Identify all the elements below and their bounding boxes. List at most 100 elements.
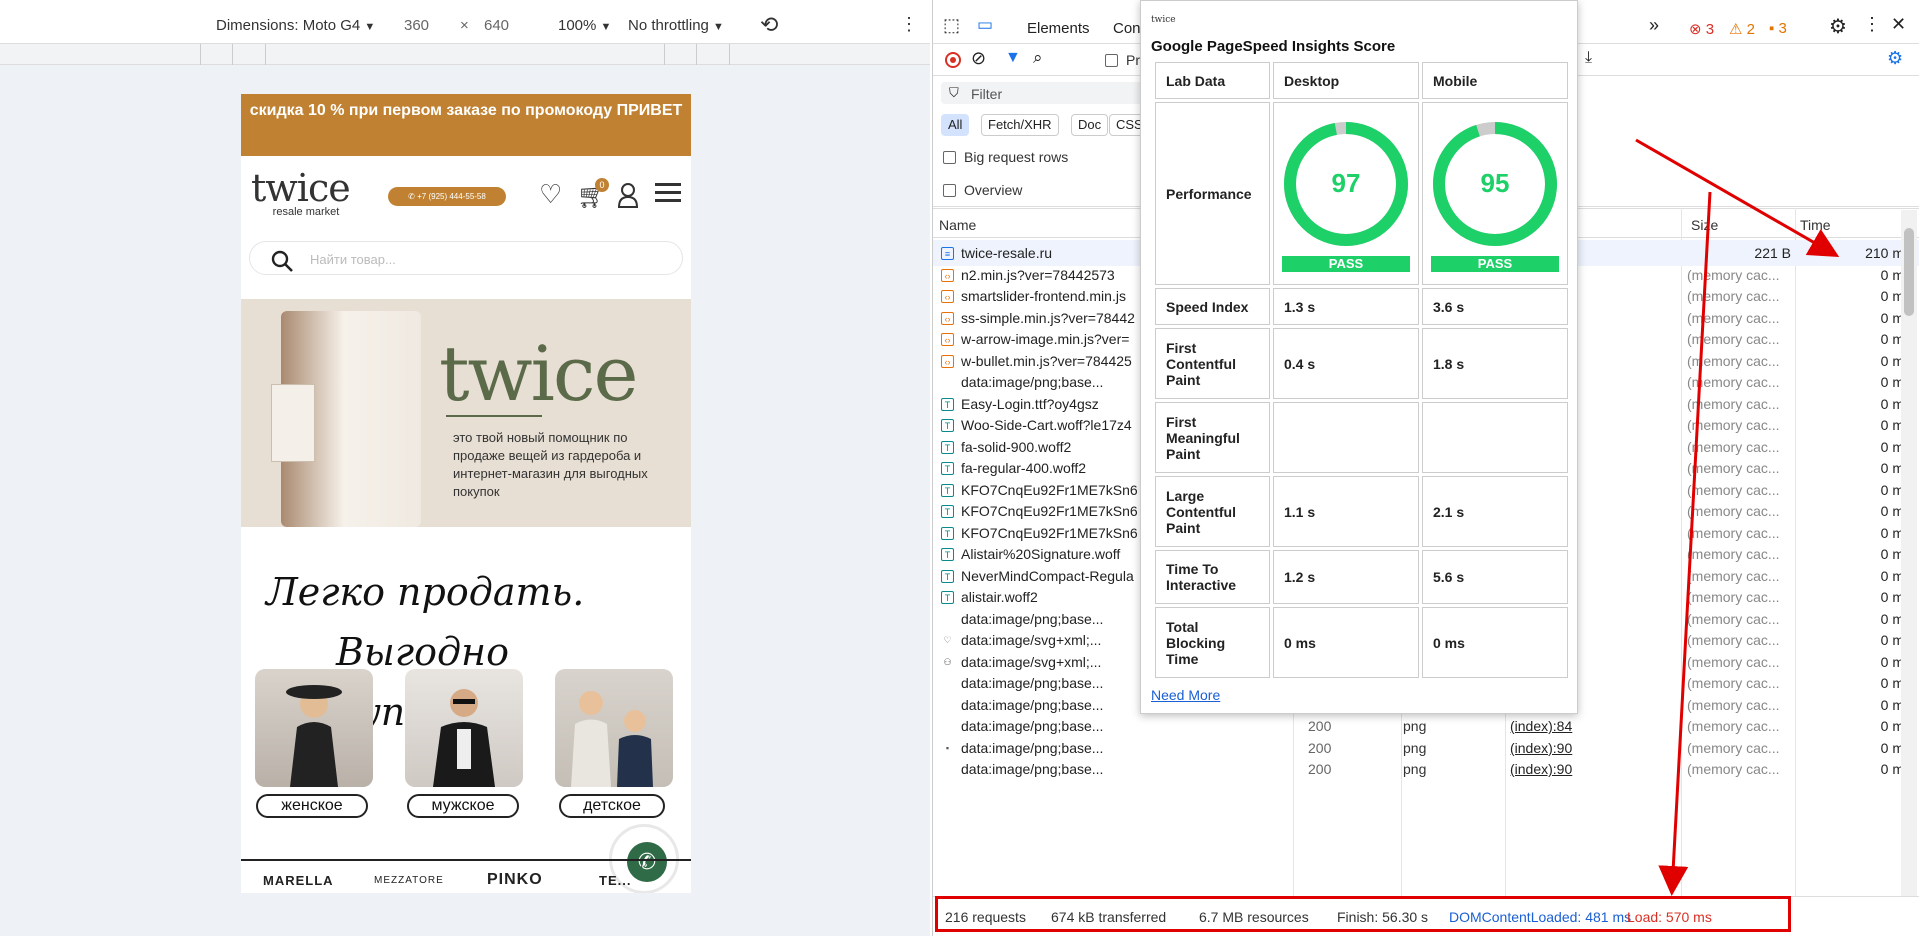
women-category-image[interactable] [255,669,373,787]
record-icon[interactable] [945,52,961,68]
type-filter-all[interactable]: All [941,114,970,136]
metric-desktop: 0 ms [1273,607,1419,678]
resource-type-icon: ‹› [941,268,954,282]
more-options-icon[interactable]: ⋮ [1863,14,1881,35]
desktop-score: 97 [1331,167,1361,198]
phone-small-icon: ✆ [408,192,418,201]
brand-logo[interactable]: PINKO [487,871,543,889]
banner-text: это твой новый помощник по продаже вещей… [453,430,648,499]
promo-banner: скидка 10 % при первом заказе по промоко… [241,94,691,156]
row-initiator[interactable]: (index):84 [1510,718,1605,734]
row-time: 0 ms [1880,438,1911,455]
scrollbar-thumb[interactable] [1904,228,1914,316]
metric-label: Total Blocking Time [1155,607,1270,678]
table-scrollbar[interactable] [1901,210,1917,900]
device-toggle-icon[interactable]: ▭ [977,15,993,35]
big-request-rows-checkbox[interactable]: Big request rows [943,149,1068,165]
column-size[interactable]: Size [1691,217,1718,233]
warning-count-text: 2 [1746,21,1755,38]
more-tabs-icon[interactable]: » [1649,15,1659,36]
device-select[interactable]: Dimensions: Moto G4 ▼ [216,17,375,34]
table-row[interactable]: data:image/png;base... 200 png (index):90 (m… [933,756,1919,782]
menu-icon[interactable] [655,180,681,206]
resource-type-icon: ♡ [943,635,952,645]
resource-type-icon: T [941,483,954,497]
tab-console[interactable]: Con [1113,20,1141,37]
category-kids-button[interactable]: детское [559,794,665,818]
clear-icon[interactable]: ⊘ [971,48,986,69]
brand-logo[interactable]: MEZZATORE [374,875,444,886]
type-filter-doc[interactable]: Doc [1071,114,1109,136]
row-initiator[interactable]: (index):90 [1510,761,1605,777]
row-time: 0 ms [1880,696,1911,713]
preserve-log-checkbox[interactable]: Pr [1105,52,1140,68]
row-type: png [1403,761,1427,777]
zoom-select[interactable]: 100% ▼ [558,17,611,34]
metric-desktop: 1.2 s [1273,550,1419,604]
row-type: png [1403,718,1427,734]
heart-icon[interactable]: ♡ [539,179,562,210]
column-time[interactable]: Time [1800,217,1831,233]
row-time: 0 ms [1880,610,1911,627]
need-more-link[interactable]: Need More [1151,687,1220,703]
metric-mobile: 5.6 s [1422,550,1568,604]
throttling-select[interactable]: No throttling ▼ [628,17,724,34]
brand-logo[interactable]: TE... [599,873,631,888]
width-input[interactable]: 360 [404,17,429,34]
row-time: 0 ms [1880,266,1911,283]
phone-number: +7 (925) 444-55-58 [417,192,486,201]
mobile-score-gauge: 95 [1431,120,1559,248]
user-icon[interactable] [617,182,639,208]
logo-text: twice [251,166,351,210]
men-category-image[interactable] [405,669,523,787]
performance-label: Performance [1155,102,1270,285]
hero-banner[interactable]: twice это твой новый помощник по продаже… [241,299,691,527]
search-input[interactable]: Найти товар... [249,241,683,275]
metric-desktop: 1.3 s [1273,288,1419,325]
row-time: 0 ms [1880,481,1911,498]
row-time: 0 ms [1880,288,1911,304]
error-count[interactable]: ⊗ 3 [1689,20,1714,38]
media-query-ruler [0,44,930,65]
row-time: 0 ms [1880,503,1911,519]
type-filter-fetch[interactable]: Fetch/XHR [981,114,1059,136]
row-initiator[interactable]: (index):90 [1510,740,1605,756]
popup-title: Google PageSpeed Insights Score [1151,38,1396,55]
issue-count[interactable]: ▪ 3 [1769,20,1787,37]
resource-type-icon: T [941,591,954,604]
overview-checkbox[interactable]: Overview [943,182,1022,198]
rotate-icon[interactable]: ⟲ [760,12,778,38]
row-time: 0 ms [1880,761,1911,777]
header-mobile: Mobile [1422,62,1568,99]
mobile-performance-cell: 95 PASS [1422,102,1568,285]
close-icon[interactable]: ✕ [1891,14,1906,35]
row-size: (memory cac... [1687,352,1780,369]
site-logo[interactable]: twice resale market [251,166,361,218]
resource-type-icon: ▪ [945,742,950,753]
warning-count[interactable]: ⚠ 2 [1729,20,1755,38]
resource-type-icon: T [941,440,954,454]
more-options-icon[interactable]: ⋮ [900,14,918,35]
category-men-button[interactable]: мужское [407,794,519,818]
filter-icon[interactable]: ▼ [1005,49,1021,67]
height-input[interactable]: 640 [484,17,509,34]
category-women-button[interactable]: женское [256,794,368,818]
inspect-icon[interactable]: ⬚ [943,15,960,36]
column-name[interactable]: Name [939,217,976,233]
row-size: (memory cac... [1687,395,1780,412]
download-icon[interactable]: ⤓ [1585,49,1592,67]
search-placeholder: Найти товар... [310,252,396,267]
search-icon[interactable]: ⌕ [1033,48,1043,68]
row-time: 0 ms [1880,546,1911,562]
network-settings-icon[interactable]: ⚙ [1887,48,1903,69]
brand-logo[interactable]: MARELLA [263,873,334,888]
settings-icon[interactable]: ⚙ [1829,14,1847,39]
phone-button[interactable]: ✆ +7 (925) 444-55-58 [388,187,506,206]
metric-mobile: 1.8 s [1422,328,1568,399]
row-size: (memory cac... [1687,460,1780,476]
zoom-label: 100% [558,17,597,34]
row-size: (memory cac... [1687,632,1780,648]
kids-category-image[interactable] [555,669,673,787]
tab-elements[interactable]: Elements [1027,20,1090,37]
row-size: (memory cac... [1687,739,1780,756]
